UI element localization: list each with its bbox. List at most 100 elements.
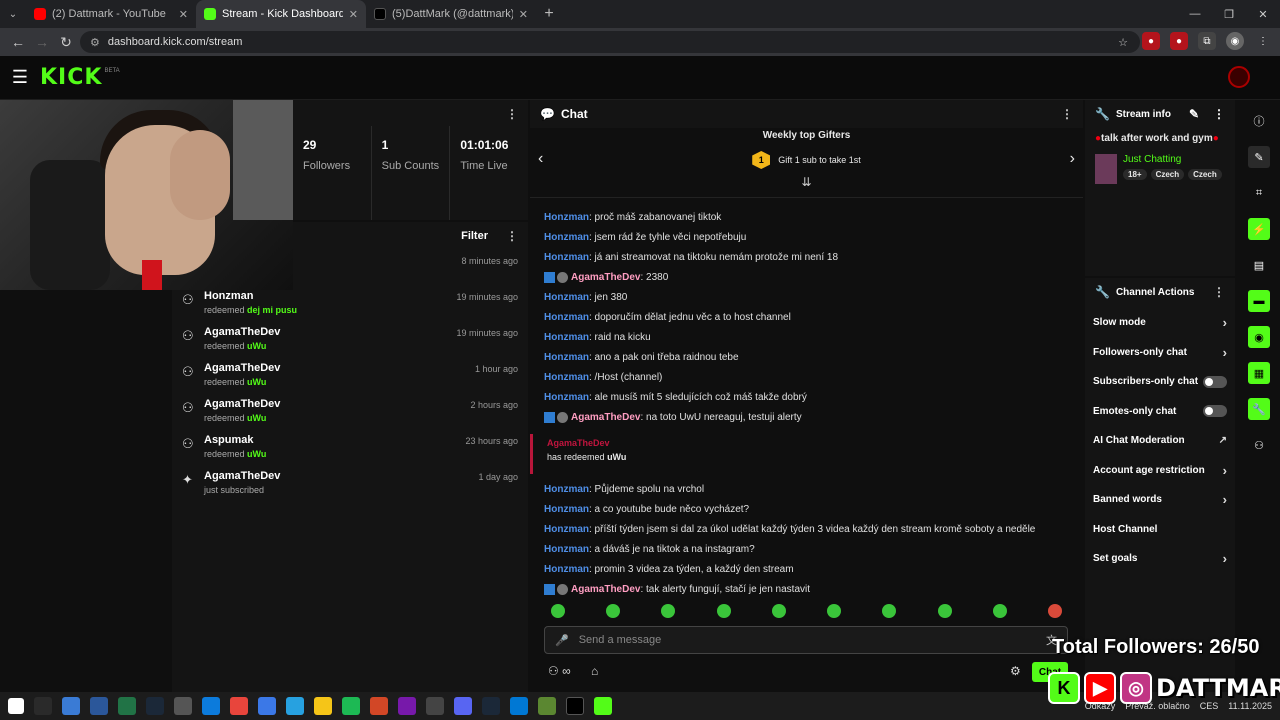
- steam-icon[interactable]: [482, 697, 500, 715]
- tag[interactable]: Czech: [1188, 169, 1222, 180]
- emote-icon[interactable]: [771, 604, 786, 618]
- tag[interactable]: 18+: [1123, 169, 1147, 180]
- chat-username[interactable]: Honzman: [544, 292, 589, 303]
- more-options-icon[interactable]: ⋮: [1213, 107, 1225, 121]
- close-window-icon[interactable]: ✕: [1246, 0, 1280, 28]
- category-thumbnail[interactable]: [1095, 154, 1117, 184]
- edit-icon[interactable]: ✎: [1189, 107, 1199, 121]
- chat-username[interactable]: Honzman: [544, 372, 589, 383]
- word-icon[interactable]: [90, 697, 108, 715]
- forward-icon[interactable]: →: [30, 34, 54, 50]
- chat-username[interactable]: Honzman: [544, 312, 589, 323]
- points-icon[interactable]: ⚇: [1248, 434, 1270, 456]
- channel-action-item[interactable]: Banned words ›: [1085, 485, 1235, 515]
- tag[interactable]: Czech: [1150, 169, 1185, 180]
- profile-icon[interactable]: ◉: [1226, 32, 1244, 50]
- emote-icon[interactable]: [605, 604, 620, 618]
- toggle-switch[interactable]: [1203, 375, 1227, 388]
- powerpoint-icon[interactable]: [370, 697, 388, 715]
- reload-icon[interactable]: ↻: [54, 34, 78, 51]
- settings-icon[interactable]: ⚙: [1010, 664, 1021, 678]
- emote-icon[interactable]: [937, 604, 952, 618]
- emote-icon[interactable]: [716, 604, 731, 618]
- tab-tiktok[interactable]: (5)DattMark (@dattmark) | TikT ✕: [366, 0, 536, 28]
- app-icon[interactable]: [62, 697, 80, 715]
- activity-user[interactable]: AgamaTheDev: [204, 398, 280, 410]
- excel-icon[interactable]: [118, 697, 136, 715]
- onenote-icon[interactable]: [398, 697, 416, 715]
- chat-username[interactable]: Honzman: [544, 212, 589, 223]
- emote-icon[interactable]: [827, 604, 842, 618]
- channel-action-item[interactable]: Followers-only chat ›: [1085, 338, 1235, 368]
- chat-username[interactable]: Honzman: [544, 484, 589, 495]
- channel-action-item[interactable]: Emotes-only chat: [1085, 397, 1235, 427]
- tab-search-icon[interactable]: ⌄: [0, 0, 26, 28]
- new-tab-button[interactable]: +: [536, 5, 562, 23]
- info-icon[interactable]: ⓘ: [1248, 110, 1270, 132]
- toggle-switch[interactable]: [1203, 405, 1227, 418]
- avatar[interactable]: [1228, 66, 1250, 88]
- broadcast-icon[interactable]: ◉: [1248, 326, 1270, 348]
- tab-kick-dashboard[interactable]: Stream - Kick Dashboard ✕: [196, 0, 366, 28]
- chat-username[interactable]: Honzman: [544, 564, 589, 575]
- channel-action-item[interactable]: Account age restriction ›: [1085, 456, 1235, 486]
- channel-action-item[interactable]: Subscribers-only chat: [1085, 367, 1235, 397]
- windows-start-icon[interactable]: [8, 698, 24, 714]
- steam-icon[interactable]: [146, 697, 164, 715]
- close-icon[interactable]: ✕: [349, 8, 358, 21]
- emote-icon[interactable]: [993, 604, 1008, 618]
- extension-badge-icon[interactable]: ●: [1142, 32, 1160, 50]
- chrome-icon[interactable]: [230, 697, 248, 715]
- emote-icon[interactable]: [1048, 604, 1063, 618]
- category-name[interactable]: Just Chatting: [1123, 154, 1222, 165]
- chat-username[interactable]: Honzman: [544, 544, 589, 555]
- edge-icon[interactable]: [202, 697, 220, 715]
- activity-user[interactable]: AgamaTheDev: [204, 326, 280, 338]
- channel-action-item[interactable]: Slow mode ›: [1085, 308, 1235, 338]
- more-options-icon[interactable]: ⋮: [506, 229, 518, 243]
- close-icon[interactable]: ✕: [519, 8, 528, 21]
- kick-icon[interactable]: [594, 697, 612, 715]
- channel-action-item[interactable]: Set goals ›: [1085, 544, 1235, 574]
- chat-username[interactable]: Honzman: [544, 352, 589, 363]
- channel-action-item[interactable]: Host Channel: [1085, 515, 1235, 545]
- app-icon[interactable]: [258, 697, 276, 715]
- minimize-icon[interactable]: —: [1178, 0, 1212, 28]
- chrome-menu-icon[interactable]: ⋮: [1254, 32, 1272, 50]
- activity-user[interactable]: Aspumak: [204, 434, 266, 446]
- wrench-icon[interactable]: 🔧: [1248, 398, 1270, 420]
- spotify-icon[interactable]: [342, 697, 360, 715]
- discord-icon[interactable]: [454, 697, 472, 715]
- emote-icon[interactable]: [661, 604, 676, 618]
- chat-username[interactable]: Honzman: [544, 504, 589, 515]
- emote-icon[interactable]: [882, 604, 897, 618]
- restore-icon[interactable]: ❐: [1212, 0, 1246, 28]
- collapse-icon[interactable]: ⇊: [530, 175, 1083, 189]
- chat-username[interactable]: AgamaTheDev: [571, 272, 640, 283]
- chat-username[interactable]: Honzman: [544, 332, 589, 343]
- obs-icon[interactable]: [426, 697, 444, 715]
- kick-logo[interactable]: KICK: [40, 65, 102, 90]
- chat-bubble-icon[interactable]: ▬: [1248, 290, 1270, 312]
- activity-user[interactable]: AgamaTheDev: [204, 470, 280, 482]
- chevron-right-icon[interactable]: ›: [1070, 150, 1075, 168]
- points-icon[interactable]: ⚇ ∞: [548, 664, 571, 678]
- site-info-icon[interactable]: ⚙: [90, 36, 100, 49]
- menu-icon[interactable]: ☰: [0, 67, 40, 88]
- more-options-icon[interactable]: ⋮: [1061, 107, 1073, 121]
- close-icon[interactable]: ✕: [179, 8, 188, 21]
- telegram-icon[interactable]: [286, 697, 304, 715]
- chat-username[interactable]: Honzman: [544, 232, 589, 243]
- document-icon[interactable]: ▤: [1248, 254, 1270, 276]
- activity-user[interactable]: Honzman: [204, 290, 297, 302]
- store-icon[interactable]: ⌂: [591, 664, 598, 678]
- chat-username[interactable]: AgamaTheDev: [571, 584, 640, 595]
- back-icon[interactable]: ←: [6, 34, 30, 50]
- chevron-left-icon[interactable]: ‹: [538, 150, 543, 168]
- minecraft-icon[interactable]: [538, 697, 556, 715]
- chat-username[interactable]: Honzman: [544, 524, 589, 535]
- more-options-icon[interactable]: ⋮: [1213, 285, 1225, 299]
- bookmark-star-icon[interactable]: ☆: [1118, 36, 1128, 49]
- url-field[interactable]: ⚙ dashboard.kick.com/stream ☆: [80, 31, 1140, 53]
- outlook-icon[interactable]: [510, 697, 528, 715]
